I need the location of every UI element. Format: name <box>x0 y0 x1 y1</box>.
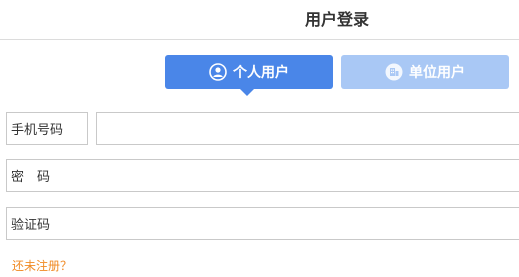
tab-personal-user[interactable]: 个人用户 <box>165 55 333 89</box>
tab-personal-label: 个人用户 <box>233 65 289 81</box>
captcha-label: 验证码 <box>11 218 51 233</box>
password-label: 密 码 <box>11 170 51 185</box>
register-link[interactable]: 还未注册？ <box>12 257 72 274</box>
phone-input[interactable] <box>96 112 519 145</box>
login-page: 用户登录 个人用户 单位用户 手机号码 密 码 验证码 还未注册？ <box>0 0 519 277</box>
header-divider <box>0 39 519 40</box>
active-tab-indicator <box>240 89 254 96</box>
password-field[interactable]: 密 码 <box>6 159 519 192</box>
phone-label: 手机号码 <box>6 112 88 145</box>
tab-unit-user[interactable]: 单位用户 <box>341 55 509 89</box>
captcha-field[interactable]: 验证码 <box>6 207 519 240</box>
tab-unit-label: 单位用户 <box>409 65 465 81</box>
page-title: 用户登录 <box>304 10 369 29</box>
building-icon <box>385 63 403 81</box>
user-circle-icon <box>209 63 227 81</box>
